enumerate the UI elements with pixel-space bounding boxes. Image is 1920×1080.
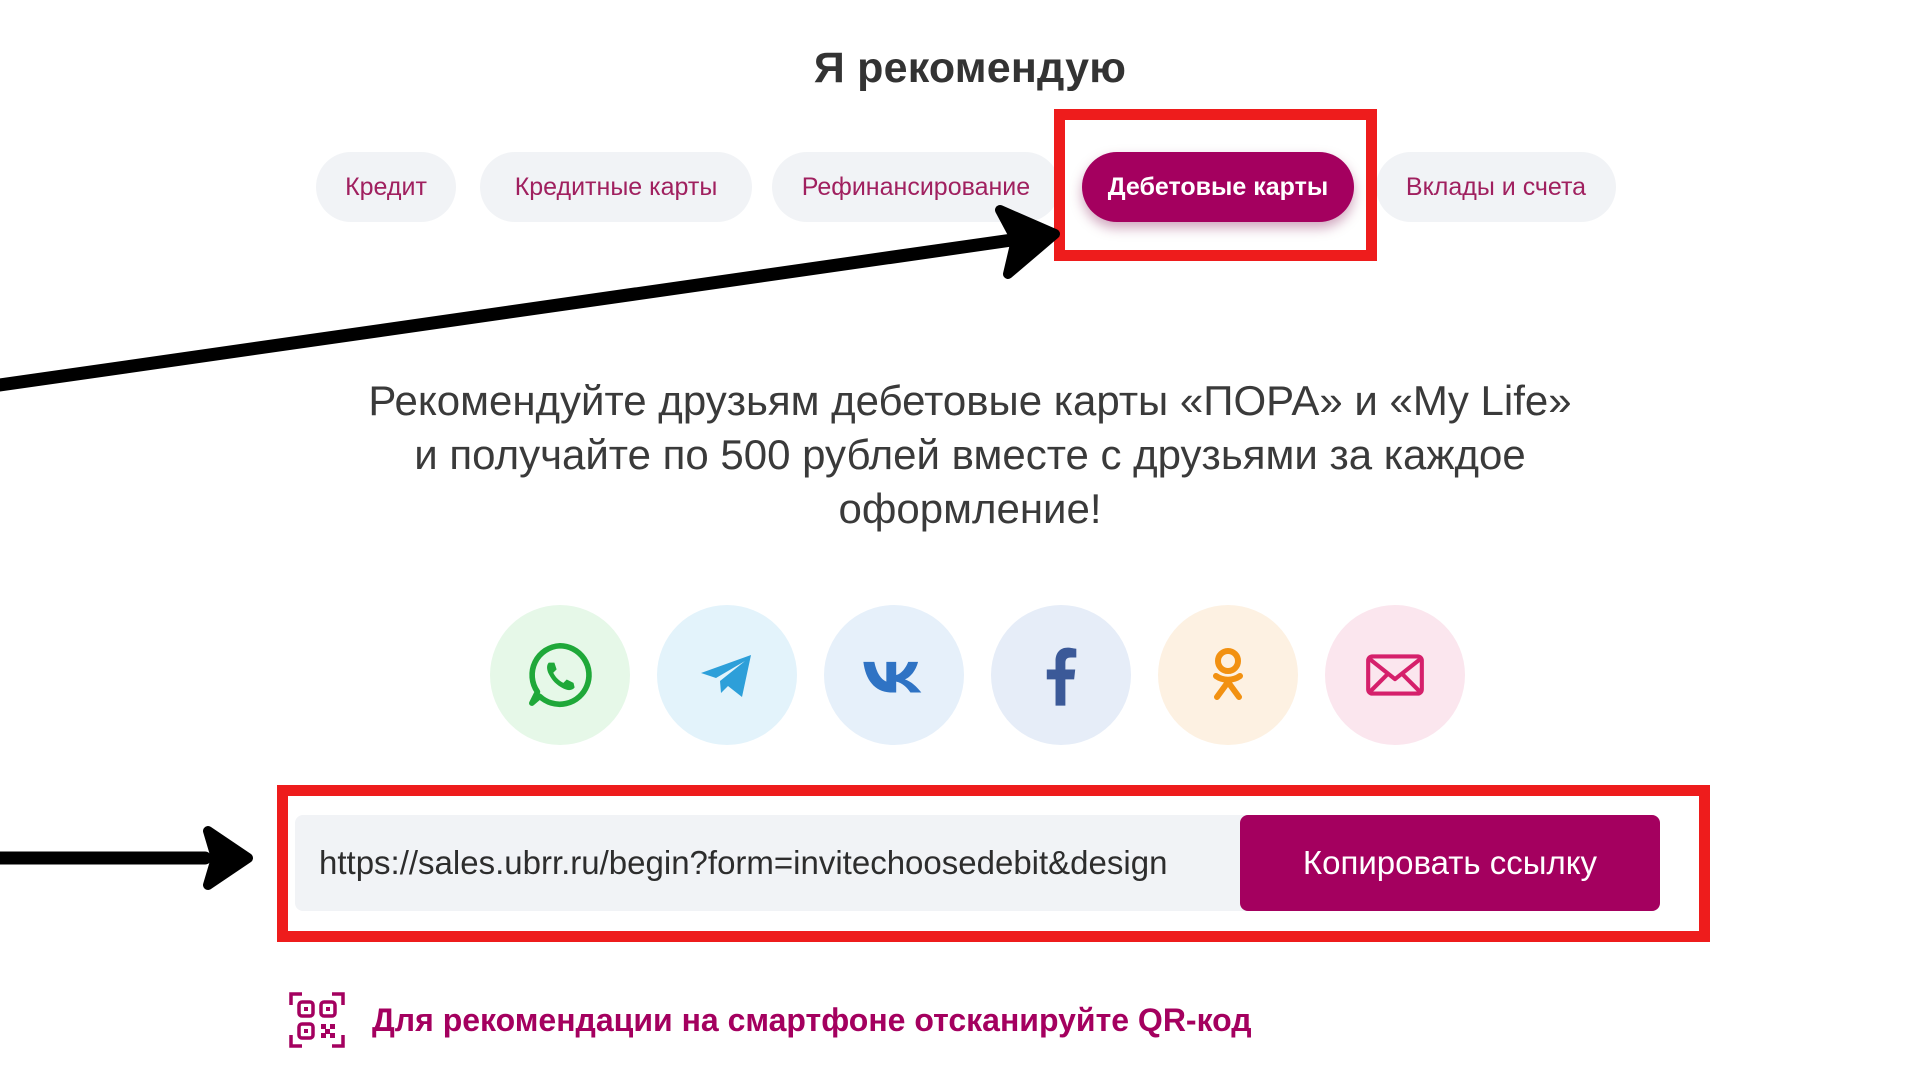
whatsapp-icon bbox=[529, 642, 592, 708]
odnoklassniki-share-button[interactable] bbox=[1158, 605, 1298, 745]
arrow-to-link-head bbox=[203, 826, 253, 890]
tab-deposits-accounts[interactable]: Вклады и счета bbox=[1376, 152, 1616, 222]
facebook-share-button[interactable] bbox=[991, 605, 1131, 745]
promo-text: Рекомендуйте друзьям дебетовые карты «ПО… bbox=[320, 374, 1620, 536]
odnoklassniki-icon bbox=[1213, 648, 1243, 700]
qr-hint[interactable]: Для рекомендации на смартфоне отсканируй… bbox=[288, 990, 1252, 1050]
telegram-icon bbox=[701, 655, 751, 697]
vk-share-button[interactable] bbox=[824, 605, 964, 745]
promo-line-2: и получайте по 500 рублей вместе с друзь… bbox=[414, 431, 1526, 478]
telegram-share-button[interactable] bbox=[657, 605, 797, 745]
promo-line-3: оформление! bbox=[838, 485, 1102, 532]
whatsapp-share-button[interactable] bbox=[490, 605, 630, 745]
facebook-icon bbox=[1046, 647, 1077, 706]
page-title: Я рекомендую bbox=[813, 44, 1127, 92]
arrow-to-tab-line bbox=[0, 233, 1019, 392]
active-tab-highlight bbox=[1054, 109, 1377, 261]
link-row-highlight bbox=[277, 785, 1710, 942]
tab-credit[interactable]: Кредит bbox=[316, 152, 456, 222]
page: Я рекомендую Кредит Кредитные карты Рефи… bbox=[0, 0, 1920, 1080]
tab-refinancing[interactable]: Рефинансирование bbox=[772, 152, 1060, 222]
mail-icon bbox=[1366, 654, 1424, 696]
qr-code-icon bbox=[289, 992, 345, 1048]
tab-credit-cards[interactable]: Кредитные карты bbox=[480, 152, 752, 222]
email-share-button[interactable] bbox=[1325, 605, 1465, 745]
qr-hint-text: Для рекомендации на смартфоне отсканируй… bbox=[372, 1001, 1252, 1038]
vk-icon bbox=[863, 661, 922, 693]
promo-line-1: Рекомендуйте друзьям дебетовые карты «ПО… bbox=[368, 377, 1572, 424]
